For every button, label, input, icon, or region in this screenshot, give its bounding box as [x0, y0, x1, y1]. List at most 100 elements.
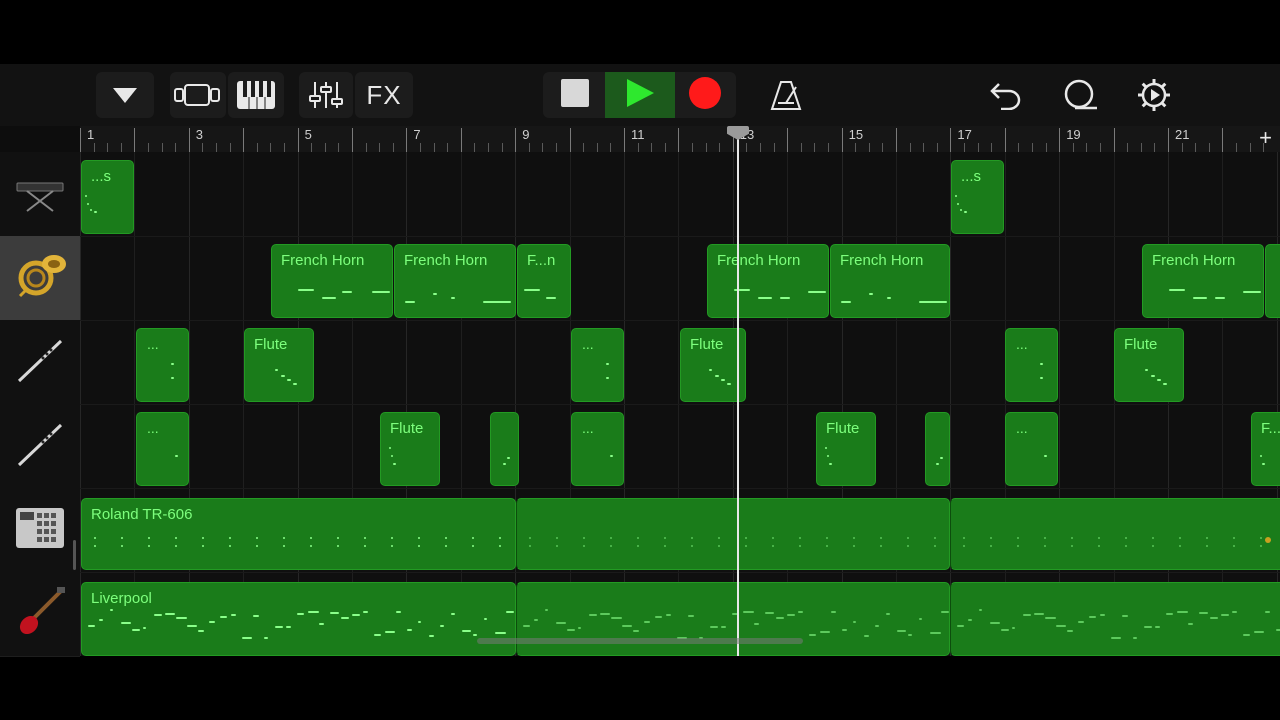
region-flute-b5[interactable]: ... — [1005, 412, 1058, 486]
bass-note — [990, 622, 1000, 624]
bass-note — [187, 625, 197, 627]
timeline-horizontal-scrollbar[interactable] — [477, 638, 803, 644]
bass-note — [1276, 629, 1280, 631]
track-header-french-horn[interactable] — [0, 236, 80, 321]
drum-hit — [880, 537, 882, 539]
record-button[interactable] — [673, 72, 736, 118]
drum-hit — [391, 537, 393, 539]
bass-note — [1265, 611, 1270, 613]
flute-icon — [13, 417, 67, 476]
bass-note — [688, 615, 694, 617]
region-flute-a5[interactable]: ... — [1005, 328, 1058, 402]
region-flute-b3[interactable]: ... — [571, 412, 624, 486]
region-bass-loop-2[interactable] — [950, 582, 1280, 656]
bass-note — [611, 617, 622, 619]
region-flute-b1[interactable]: ... — [136, 412, 189, 486]
timeline-area[interactable]: ...s ...s French Horn French Horn F...n … — [80, 152, 1280, 656]
track-header-bass[interactable] — [0, 572, 80, 657]
settings-button[interactable] — [1128, 72, 1180, 118]
bass-note — [979, 609, 982, 611]
region-flute-b-short-2[interactable] — [925, 412, 950, 486]
region-french-horn-1[interactable]: French Horn — [271, 244, 393, 318]
browser-button[interactable] — [96, 72, 154, 118]
region-drums[interactable]: Roland TR-606 — [81, 498, 516, 570]
region-flute-b6[interactable]: F... — [1251, 412, 1280, 486]
bass-note — [341, 617, 349, 619]
drum-hit — [202, 537, 204, 539]
track-header-drums[interactable] — [0, 488, 80, 573]
drum-hit — [963, 545, 965, 547]
bass-note — [589, 614, 597, 616]
bass-note — [578, 627, 581, 629]
region-french-horn-6[interactable]: French Horn — [1142, 244, 1264, 318]
region-flute-a3[interactable]: ... — [571, 328, 624, 402]
region-flute-b4[interactable]: Flute — [816, 412, 876, 486]
bar-number: 19 — [1066, 127, 1081, 142]
track-header-flute-1[interactable] — [0, 320, 80, 405]
drum-hit — [229, 537, 231, 539]
ruler-tick — [460, 128, 462, 152]
play-button[interactable] — [605, 72, 675, 118]
track-header-flute-2[interactable] — [0, 404, 80, 489]
region-drums-loop-2[interactable] — [950, 498, 1280, 570]
keyboard-button[interactable] — [228, 72, 284, 118]
region-flute-b2[interactable]: Flute — [380, 412, 440, 486]
drum-hit — [1044, 545, 1046, 547]
ruler-tick — [583, 143, 585, 152]
region-keys-1[interactable]: ...s — [81, 160, 134, 234]
drum-hit — [121, 537, 123, 539]
region-flute-a2[interactable]: Flute — [244, 328, 314, 402]
region-french-horn-2[interactable]: French Horn — [394, 244, 516, 318]
region-french-horn-7[interactable] — [1265, 244, 1280, 318]
track-header-keyboard[interactable] — [0, 152, 80, 237]
bar-number: 11 — [631, 127, 645, 142]
region-french-horn-4[interactable]: French Horn — [707, 244, 829, 318]
region-drums-loop-1[interactable] — [516, 498, 950, 570]
region-flute-a6[interactable]: Flute — [1114, 328, 1184, 402]
drum-hit — [583, 537, 585, 539]
ruler-tick — [1222, 128, 1224, 152]
ruler-tick — [93, 143, 95, 152]
drum-hit — [556, 545, 558, 547]
undo-button[interactable] — [980, 72, 1032, 118]
bar-ruler[interactable]: 13579111315171921 + — [80, 126, 1280, 153]
loop-browser-button[interactable] — [1054, 72, 1106, 118]
bass-note — [242, 637, 252, 639]
drum-hit — [826, 537, 828, 539]
playhead[interactable] — [727, 126, 749, 656]
region-french-horn-3[interactable]: F...n — [517, 244, 571, 318]
add-section-button[interactable]: + — [1259, 126, 1272, 150]
track-list-scrollbar[interactable] — [73, 540, 76, 570]
mixer-button[interactable] — [299, 72, 353, 118]
ruler-tick — [80, 128, 81, 152]
ruler-tick — [1072, 143, 1074, 152]
drum-hit — [826, 545, 828, 547]
loop-icon — [1061, 79, 1099, 111]
bass-note — [264, 637, 268, 639]
ruler-tick — [134, 128, 136, 152]
region-flute-a1[interactable]: ... — [136, 328, 189, 402]
bass-note — [99, 619, 103, 621]
region-bass-loop-1[interactable] — [516, 582, 950, 656]
bass-note — [1133, 637, 1137, 639]
ruler-tick — [936, 143, 938, 152]
drum-hit — [529, 537, 531, 539]
bass-note — [198, 630, 204, 632]
tracks-view-button[interactable] — [170, 72, 226, 118]
ruler-tick — [1045, 143, 1047, 152]
drum-hit — [1071, 545, 1073, 547]
fx-button[interactable]: FX — [355, 72, 413, 118]
region-french-horn-5[interactable]: French Horn — [830, 244, 950, 318]
triangle-down-icon — [111, 85, 139, 105]
region-bass[interactable]: Liverpool — [81, 582, 516, 656]
bass-note — [451, 613, 455, 615]
region-keys-2[interactable]: ...s — [951, 160, 1004, 234]
metronome-button[interactable] — [760, 72, 812, 118]
ruler-tick — [569, 128, 571, 152]
region-flute-b-short-1[interactable] — [490, 412, 519, 486]
bar-number: 15 — [848, 127, 864, 142]
stop-button[interactable] — [543, 72, 607, 118]
ruler-tick — [284, 143, 285, 152]
ruler-tick — [311, 143, 313, 152]
bass-note — [633, 630, 639, 632]
